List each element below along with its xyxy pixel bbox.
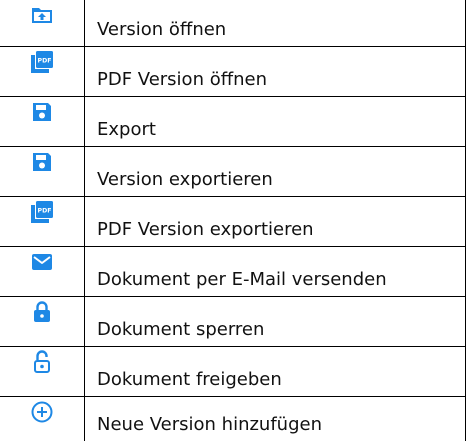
table-row[interactable]: Dokument freigeben (0, 346, 466, 398)
svg-text:PDF: PDF (38, 57, 52, 64)
menu-item-label[interactable]: PDF Version öffnen (85, 69, 465, 96)
add-circle-icon (30, 400, 54, 424)
icon-cell (0, 346, 85, 398)
table-row[interactable]: Dokument sperren (0, 296, 466, 348)
label-cell[interactable]: Export (84, 95, 466, 147)
menu-actions-table: Version öffnen PDF PDF Version öffnen Ex… (0, 0, 466, 441)
icon-cell (0, 296, 85, 348)
lock-closed-icon (30, 300, 54, 324)
label-cell[interactable]: PDF Version exportieren (84, 195, 466, 248)
label-cell[interactable]: PDF Version öffnen (84, 45, 466, 97)
table-row[interactable]: Version exportieren (0, 145, 466, 197)
menu-item-label[interactable]: Version exportieren (85, 169, 465, 196)
envelope-icon (30, 250, 54, 274)
label-cell[interactable]: Dokument per E-Mail versenden (84, 245, 466, 298)
label-cell[interactable]: Version öffnen (84, 0, 466, 47)
menu-item-label[interactable]: Version öffnen (85, 19, 465, 46)
table-row[interactable]: PDF PDF Version exportieren (0, 195, 466, 248)
floppy-disk-icon (30, 100, 54, 124)
pdf-file-icon: PDF (30, 50, 54, 74)
table-row[interactable]: Version öffnen (0, 0, 466, 47)
label-cell[interactable]: Version exportieren (84, 145, 466, 197)
pdf-file-icon: PDF (30, 200, 54, 224)
icon-cell: PDF (0, 45, 85, 97)
menu-item-label[interactable]: Dokument sperren (85, 319, 465, 346)
menu-item-label[interactable]: Dokument freigeben (85, 369, 465, 396)
icon-cell (0, 245, 85, 298)
table-row[interactable]: Neue Version hinzufügen (0, 396, 466, 441)
lock-open-icon (30, 350, 54, 374)
label-cell[interactable]: Neue Version hinzufügen (84, 396, 466, 441)
table-row[interactable]: PDF PDF Version öffnen (0, 45, 466, 97)
floppy-disk-icon (30, 150, 54, 174)
icon-cell (0, 396, 85, 441)
icon-cell (0, 145, 85, 197)
folder-upload-icon (30, 3, 54, 27)
icon-cell (0, 0, 85, 47)
table-row[interactable]: Dokument per E-Mail versenden (0, 245, 466, 298)
icon-cell: PDF (0, 195, 85, 248)
table-row[interactable]: Export (0, 95, 466, 147)
label-cell[interactable]: Dokument freigeben (84, 346, 466, 398)
svg-text:PDF: PDF (38, 207, 52, 214)
menu-item-label[interactable]: Neue Version hinzufügen (85, 414, 465, 441)
menu-item-label[interactable]: Dokument per E-Mail versenden (85, 269, 465, 296)
menu-item-label[interactable]: Export (85, 119, 465, 146)
menu-item-label[interactable]: PDF Version exportieren (85, 219, 465, 246)
label-cell[interactable]: Dokument sperren (84, 296, 466, 348)
icon-cell (0, 95, 85, 147)
